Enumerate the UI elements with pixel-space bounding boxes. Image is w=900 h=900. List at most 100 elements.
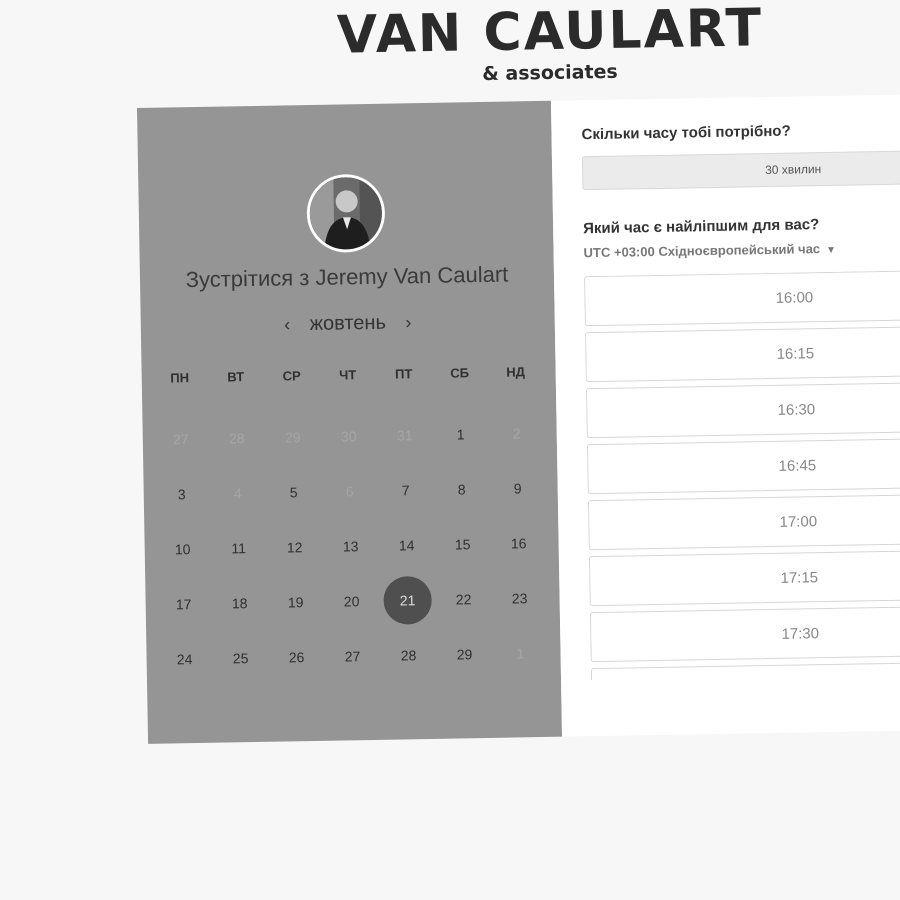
weekday-header: ПН: [170, 370, 190, 386]
calendar-day-number: 20: [343, 593, 360, 610]
calendar-day-number: 22: [455, 591, 472, 608]
calendar-day[interactable]: 23: [491, 574, 548, 630]
calendar-day-number: 3: [177, 486, 186, 503]
calendar-day-number: 11: [231, 540, 247, 557]
calendar-day: 2: [488, 409, 545, 465]
weekday-header: СР: [282, 368, 301, 384]
calendar-day[interactable]: 13: [322, 522, 379, 578]
calendar-day[interactable]: 20: [323, 577, 380, 633]
calendar-day-number: 17: [175, 596, 192, 613]
calendar-day[interactable]: 10: [154, 525, 211, 581]
duration-select[interactable]: 30 хвилин: [581, 148, 900, 191]
next-month-button[interactable]: ›: [391, 312, 425, 334]
calendar-day-number: 18: [231, 595, 248, 612]
calendar-day[interactable]: 16: [490, 519, 547, 575]
person-photo-icon: [309, 176, 383, 250]
calendar-day[interactable]: 18: [211, 579, 268, 635]
calendar-day: 29: [264, 413, 321, 469]
weekday-header: ПТ: [394, 366, 413, 382]
calendar-day: 1: [492, 629, 549, 685]
weekday-header: НД: [506, 364, 526, 380]
time-slot-button[interactable]: 17:15: [588, 548, 900, 607]
calendar-day[interactable]: 14: [378, 521, 435, 577]
weekday-header: СБ: [450, 365, 470, 381]
time-slot-button[interactable]: 16:00: [584, 268, 900, 327]
calendar-day[interactable]: 9: [489, 464, 546, 520]
calendar-day-number: 15: [454, 536, 471, 553]
calendar-day-selected[interactable]: 21: [379, 575, 436, 632]
weekday-header: ВТ: [227, 369, 245, 385]
calendar-day-number: 2: [512, 425, 521, 442]
calendar-day-number: 12: [286, 539, 303, 556]
calendar-day: 30: [320, 412, 377, 468]
calendar-day[interactable]: 8: [433, 465, 490, 521]
brand-title: VAN CAULART: [336, 0, 764, 66]
calendar-day[interactable]: 19: [267, 578, 324, 634]
calendar-day[interactable]: 1: [432, 410, 489, 466]
time-slot-list: 16:00 16:15 16:30 16:45 17:00 17:15 17:30: [584, 268, 900, 681]
time-slot-button[interactable]: 17:30: [589, 604, 900, 663]
calendar-day-number: 21: [383, 575, 433, 625]
calendar-day-number: 14: [398, 537, 415, 554]
time-slot-button[interactable]: 16:45: [586, 436, 900, 495]
prev-month-button[interactable]: ‹: [270, 314, 304, 336]
calendar-day-number: 13: [342, 538, 359, 555]
calendar-day: 28: [208, 414, 265, 470]
calendar-day-number: 19: [287, 594, 304, 611]
calendar-day[interactable]: 22: [435, 575, 492, 631]
caret-down-icon: ▼: [826, 244, 837, 256]
brand-subtitle: & associates: [482, 60, 618, 86]
calendar-day[interactable]: 17: [155, 580, 212, 636]
calendar-day[interactable]: 11: [210, 524, 267, 580]
calendar-day-number: 24: [176, 651, 193, 668]
calendar-day-number: 28: [400, 647, 417, 664]
time-slot-button[interactable]: 16:15: [584, 324, 900, 383]
calendar-day-number: 27: [344, 648, 361, 665]
calendar-day[interactable]: 27: [324, 632, 381, 688]
calendar-day-number: 10: [174, 541, 191, 558]
calendar-day-number: 26: [288, 649, 305, 666]
duration-question: Скільки часу тобі потрібно?: [581, 122, 791, 144]
host-name: Jeremy Van Caulart: [315, 261, 509, 290]
month-label: жовтень: [309, 311, 387, 336]
calendar-day[interactable]: 25: [212, 634, 269, 690]
calendar-day[interactable]: 28: [380, 631, 437, 687]
host-avatar: [306, 173, 386, 254]
calendar-day-number: 4: [233, 485, 242, 502]
calendar-day-number: 8: [457, 481, 466, 498]
calendar-day-number: 1: [456, 426, 465, 443]
calendar-day-number: 1: [516, 645, 525, 662]
timezone-select[interactable]: UTC +03:00 Східноєвропейський час ▼: [583, 241, 836, 260]
calendar-day[interactable]: 7: [377, 466, 434, 522]
calendar-day-number: 29: [284, 429, 301, 446]
calendar-day-number: 25: [232, 650, 249, 667]
calendar-day[interactable]: 15: [434, 520, 491, 576]
calendar-day-number: 16: [510, 535, 527, 552]
month-navigation: ‹ жовтень ›: [141, 309, 555, 339]
calendar-day-number: 29: [456, 646, 473, 663]
calendar-panel: Зустрітися з Jeremy Van Caulart ‹ жовтен…: [137, 100, 563, 744]
calendar-day-number: 23: [511, 590, 528, 607]
calendar-day: 4: [209, 469, 266, 525]
calendar-day[interactable]: 29: [436, 630, 493, 686]
calendar-day[interactable]: 5: [265, 468, 322, 524]
calendar-day: 6: [321, 467, 378, 523]
calendar-day[interactable]: 24: [156, 635, 213, 691]
meet-title: Зустрітися з Jeremy Van Caulart: [140, 261, 554, 294]
time-slot-button[interactable]: 17:00: [587, 492, 900, 551]
calendar-day: 27: [152, 415, 209, 471]
timezone-label: UTC +03:00 Східноєвропейський час: [583, 241, 821, 261]
calendar-day-number: 31: [396, 427, 413, 444]
calendar-day[interactable]: 3: [153, 470, 210, 526]
time-slot-button[interactable]: 16:30: [585, 380, 900, 439]
calendar-day[interactable]: 26: [268, 633, 325, 689]
calendar-day-number: 6: [345, 483, 354, 500]
calendar-grid: ПН ВТ СР ЧТ ПТ СБ НД 27 28 29 30 31 1 2 3 4 5 6 7 8 9 10 11 12 1…: [152, 359, 550, 691]
calendar-day[interactable]: 12: [266, 523, 323, 579]
calendar-day-number: 28: [228, 430, 245, 447]
calendar-day-number: 30: [340, 428, 357, 445]
weekday-header: ЧТ: [339, 367, 357, 383]
calendar-day-number: 5: [289, 484, 298, 501]
time-slot-button[interactable]: [590, 660, 900, 681]
calendar-day-number: 7: [401, 482, 410, 499]
